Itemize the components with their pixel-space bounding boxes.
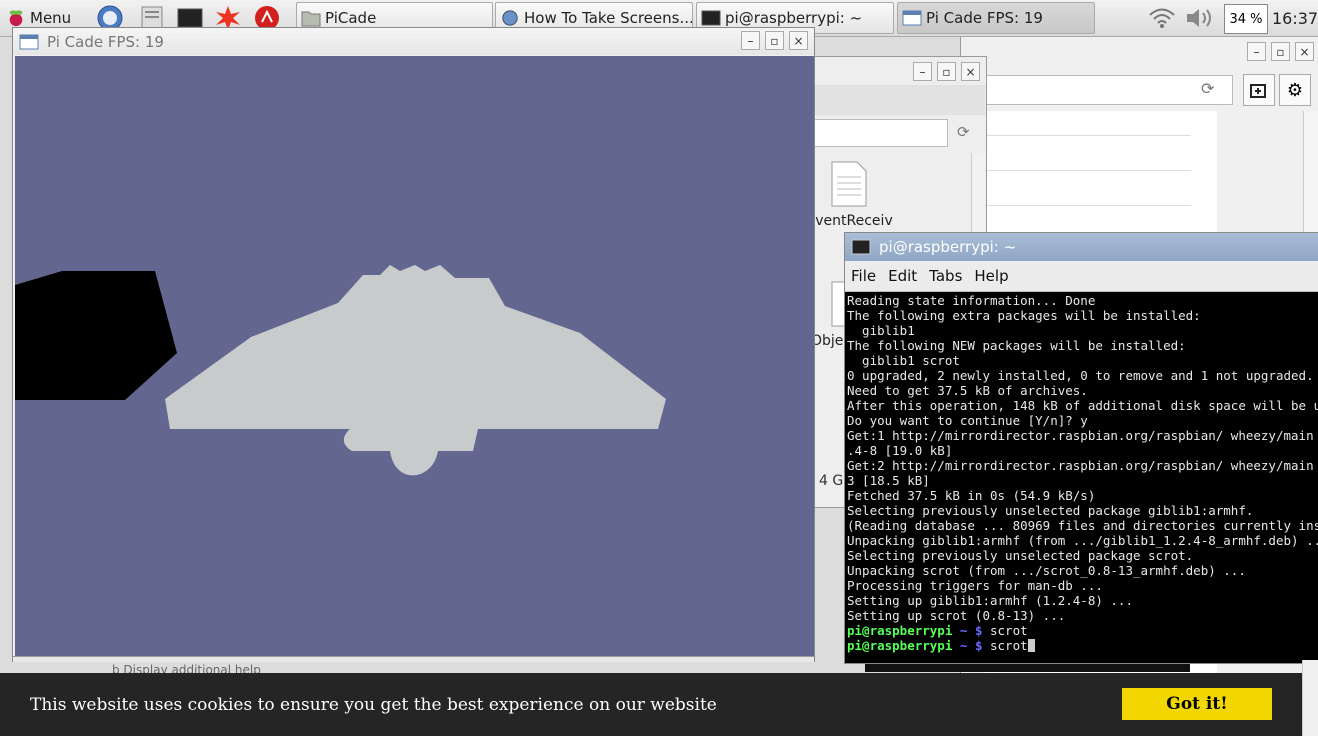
terminal-line: Unpacking scrot (from .../scrot_0.8-13_a…	[847, 563, 1246, 578]
terminal-line: Need to get 37.5 kB of archives.	[847, 383, 1088, 398]
command-text: scrot	[982, 623, 1028, 638]
menu-label: Menu	[30, 9, 72, 27]
task-label: Pi Cade FPS: 19	[926, 9, 1043, 27]
new-tab-icon[interactable]	[1243, 74, 1275, 106]
task-label: PiCade	[325, 9, 377, 27]
close-button[interactable]: ×	[961, 62, 980, 81]
terminal-title: pi@raspberrypi: ~	[879, 238, 1017, 256]
maximize-button[interactable]: ▫	[1271, 42, 1290, 61]
terminal-titlebar[interactable]: pi@raspberrypi: ~	[845, 233, 1318, 261]
terminal-line: Selecting previously unselected package …	[847, 503, 1254, 518]
terminal-line: Get:1 http://mirrordirector.raspbian.org…	[847, 428, 1314, 443]
cookie-message: This website uses cookies to ensure you …	[30, 694, 717, 715]
path-go-icon[interactable]: ⟳	[957, 123, 970, 141]
terminal-line: Fetched 37.5 kB in 0s (54.9 kB/s)	[847, 488, 1096, 503]
text-cursor	[1027, 639, 1035, 652]
menu-tabs[interactable]: Tabs	[923, 267, 968, 285]
folder-icon	[301, 11, 321, 27]
terminal-line: .4-8 [19.0 kB]	[847, 443, 953, 458]
settings-gear-icon[interactable]: ⚙	[1279, 74, 1311, 106]
clock: 16:37	[1272, 9, 1318, 28]
command-text: scrot	[982, 638, 1028, 653]
task-label: pi@raspberrypi: ~	[725, 9, 863, 27]
game-title: Pi Cade FPS: 19	[47, 32, 164, 51]
terminal-line: 3 [18.5 kB]	[847, 473, 930, 488]
address-bar[interactable]	[961, 75, 1233, 105]
file-label[interactable]: Obje	[811, 333, 843, 349]
close-button[interactable]: ×	[1295, 42, 1314, 61]
prompt-line: pi@raspberrypi ~ $ scrot	[847, 623, 1318, 638]
reload-icon[interactable]: ⟳	[1201, 79, 1214, 98]
terminal-line: Setting up scrot (0.8-13) ...	[847, 608, 1066, 623]
task-label: How To Take Screens...	[524, 9, 693, 27]
terminal-line: Processing triggers for man-db ...	[847, 578, 1103, 593]
task-picade-game[interactable]: Pi Cade FPS: 19	[897, 2, 1095, 34]
status-text: 4 G	[819, 473, 844, 489]
terminal-line: Unpacking giblib1:armhf (from .../giblib…	[847, 533, 1318, 548]
prompt-dir: ~ $	[959, 638, 983, 653]
terminal-line: Selecting previously unselected package …	[847, 548, 1194, 563]
terminal-line: Setting up giblib1:armhf (1.2.4-8) ...	[847, 593, 1133, 608]
window-icon	[902, 10, 922, 26]
window-border-bottom	[13, 656, 814, 662]
terminal-icon	[851, 239, 871, 255]
terminal-line: Do you want to continue [Y/n]? y	[847, 413, 1088, 428]
prompt-user: pi@raspberrypi	[847, 623, 953, 638]
terminal-window: pi@raspberrypi: ~ File Edit Tabs Help Re…	[844, 232, 1318, 664]
page-scrollbar[interactable]	[1302, 660, 1318, 736]
terminal-output[interactable]: Reading state information... Done The fol…	[847, 293, 1318, 659]
maximize-button[interactable]: ▫	[765, 31, 784, 50]
window-icon	[19, 34, 39, 49]
terminal-line: 0 upgraded, 2 newly installed, 0 to remo…	[847, 368, 1314, 383]
terminal-line: The following NEW packages will be insta…	[847, 338, 1186, 353]
terminal-line: Get:2 http://mirrordirector.raspbian.org…	[847, 458, 1314, 473]
minimize-button[interactable]: –	[913, 62, 932, 81]
volume-icon[interactable]	[1184, 6, 1216, 30]
cookie-banner: This website uses cookies to ensure you …	[0, 673, 1318, 736]
menu-edit[interactable]: Edit	[882, 267, 923, 285]
globe-icon	[502, 10, 518, 26]
game-titlebar[interactable]: Pi Cade FPS: 19	[13, 28, 814, 55]
close-button[interactable]: ×	[789, 31, 808, 50]
menu-file[interactable]: File	[845, 267, 882, 285]
game-canvas[interactable]	[15, 56, 814, 656]
cookie-accept-button[interactable]: Got it!	[1122, 688, 1272, 720]
asteroid	[15, 271, 177, 400]
prompt-dir: ~ $	[959, 623, 983, 638]
terminal-menubar: File Edit Tabs Help	[845, 261, 1318, 292]
terminal-line: Reading state information... Done	[847, 293, 1096, 308]
raspberry-icon	[9, 10, 23, 27]
terminal-line: The following extra packages will be ins…	[847, 308, 1201, 323]
minimize-button[interactable]: –	[1247, 42, 1266, 61]
toolbar	[791, 85, 985, 115]
terminal-line: giblib1	[847, 323, 915, 338]
minimize-button[interactable]: –	[741, 31, 760, 50]
game-window: Pi Cade FPS: 19 – ▫ ×	[12, 27, 815, 662]
maximize-button[interactable]: ▫	[937, 62, 956, 81]
prompt-user: pi@raspberrypi	[847, 638, 953, 653]
terminal-line: After this operation, 148 kB of addition…	[847, 398, 1318, 413]
menu-help[interactable]: Help	[968, 267, 1014, 285]
terminal-line: (Reading database ... 80969 files and di…	[847, 518, 1318, 533]
wifi-icon[interactable]	[1148, 6, 1176, 30]
prompt-line: pi@raspberrypi ~ $ scrot	[847, 638, 1318, 653]
player-ship	[165, 265, 666, 476]
cpu-monitor: 34 %	[1224, 4, 1268, 34]
terminal-line: giblib1 scrot	[847, 353, 960, 368]
terminal-icon	[701, 10, 721, 26]
file-icon[interactable]	[829, 161, 869, 207]
